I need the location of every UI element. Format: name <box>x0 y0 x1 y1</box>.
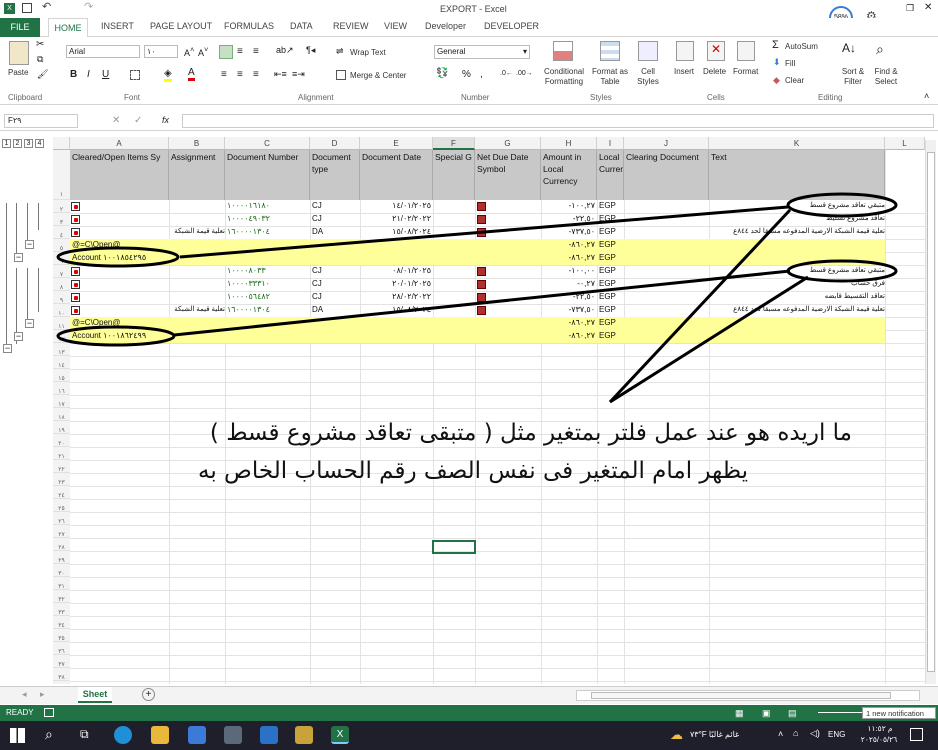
macro-record-icon[interactable] <box>44 708 54 717</box>
ellipse-text-top <box>786 192 898 218</box>
annotation-line-1: ما اريده هو عند عمل فلتر بمتغير مثل ( مت… <box>209 420 852 446</box>
hscroll-thumb[interactable] <box>591 692 891 699</box>
calculator-icon[interactable] <box>224 726 242 744</box>
scroll-right-icon[interactable]: ▸ <box>40 689 45 700</box>
normal-view-icon[interactable]: ▦ <box>735 708 744 719</box>
notification-toast[interactable]: 1 new notification <box>862 707 936 719</box>
task-view-icon[interactable]: ⧉ <box>80 727 89 742</box>
status-ready: READY <box>6 708 34 717</box>
volume-icon[interactable]: ◁) <box>810 728 820 739</box>
arrow-line-2 <box>173 269 791 337</box>
file-explorer-icon[interactable] <box>151 726 169 744</box>
annotation-overlay <box>56 192 898 404</box>
page-layout-view-icon[interactable]: ▣ <box>762 708 771 719</box>
scroll-thumb[interactable] <box>927 152 935 672</box>
chevron-up-icon[interactable]: ˄ <box>778 729 783 739</box>
status-bar: READY ▦ ▣ ▤ 1 new notification <box>0 705 938 721</box>
add-sheet-icon[interactable]: + <box>142 688 155 701</box>
ellipse-account-2 <box>56 325 176 347</box>
vertical-scrollbar[interactable] <box>925 140 936 684</box>
store-icon[interactable] <box>188 726 206 744</box>
clock-time[interactable]: م ١١:٥٢ <box>860 724 900 733</box>
arrow-line-1 <box>179 205 789 259</box>
language-indicator[interactable]: ENG <box>828 730 845 739</box>
weather-icon: ☁ <box>670 727 683 742</box>
network-icon[interactable]: ⌂ <box>793 728 798 738</box>
horizontal-scrollbar[interactable] <box>576 690 920 701</box>
ruler-app-icon[interactable] <box>295 726 313 744</box>
annotation-line-2: يظهر امام المتغير فى نفس الصف رقم الحساب… <box>198 458 748 484</box>
ellipse-account-1 <box>56 246 180 268</box>
mail-icon[interactable] <box>260 726 278 744</box>
excel-taskbar-icon[interactable]: X <box>331 726 349 744</box>
windows-start-icon[interactable] <box>10 728 25 743</box>
taskbar: ⌕ ⧉ X ☁ ٧٣°F غائم غالبًا ˄ ⌂ ◁) ENG م ١١… <box>0 721 938 750</box>
sheet-tab[interactable]: Sheet <box>78 687 112 703</box>
zoom-slider[interactable] <box>818 712 868 713</box>
edge-icon[interactable] <box>114 726 132 744</box>
search-icon[interactable]: ⌕ <box>45 726 53 743</box>
notification-center-icon[interactable] <box>910 728 923 741</box>
scroll-left-icon[interactable]: ◂ <box>22 689 27 700</box>
sheet-tab-bar: ◂ ▸ Sheet + <box>0 686 938 704</box>
page-break-view-icon[interactable]: ▤ <box>788 708 797 719</box>
clock-date[interactable]: ٢٠٢٥/٠٥/٢٦ <box>856 735 902 744</box>
weather-text[interactable]: ٧٣°F غائم غالبًا <box>690 730 739 739</box>
